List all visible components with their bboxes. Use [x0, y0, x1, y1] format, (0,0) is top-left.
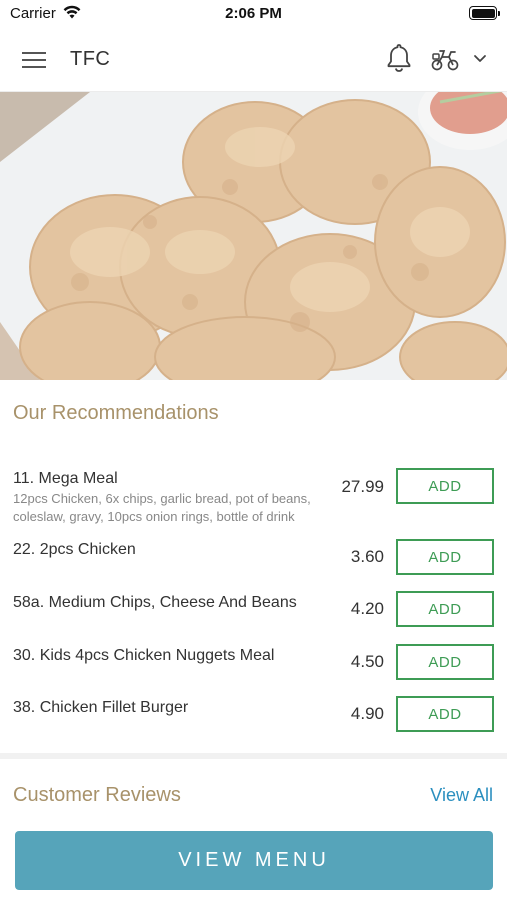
- section-divider: [0, 753, 507, 759]
- item-price: 4.50: [350, 652, 384, 671]
- bell-icon[interactable]: [385, 42, 413, 74]
- recommendations-title: Our Recommendations: [13, 402, 219, 424]
- status-bar: Carrier 2:06 PM: [0, 0, 507, 28]
- add-button[interactable]: ADD: [396, 539, 494, 575]
- app-title: TFC: [70, 48, 111, 70]
- add-button[interactable]: ADD: [396, 468, 494, 504]
- item-price: 27.99: [341, 477, 384, 496]
- item-name: 38. Chicken Fillet Burger: [13, 699, 189, 716]
- menu-icon[interactable]: [22, 50, 48, 70]
- reviews-title: Customer Reviews: [13, 784, 181, 806]
- item-description: 12pcs Chicken, 6x chips, garlic bread, p…: [13, 491, 311, 524]
- item-name: 11. Mega Meal: [13, 470, 118, 487]
- item-name: 58a. Medium Chips, Cheese And Beans: [13, 594, 297, 611]
- battery-icon: [469, 6, 500, 20]
- app-header: TFC: [0, 28, 507, 92]
- item-price: 4.90: [350, 704, 384, 723]
- add-button[interactable]: ADD: [396, 696, 494, 732]
- view-menu-button[interactable]: VIEW MENU: [15, 831, 493, 890]
- item-price: 4.20: [350, 599, 384, 618]
- item-price: 3.60: [350, 547, 384, 566]
- add-button[interactable]: ADD: [396, 644, 494, 680]
- chevron-down-icon[interactable]: [472, 52, 488, 64]
- clock: 2:06 PM: [225, 5, 282, 22]
- item-name: 22. 2pcs Chicken: [13, 541, 136, 558]
- hero-image: [0, 92, 507, 380]
- add-button[interactable]: ADD: [396, 591, 494, 627]
- item-name: 30. Kids 4pcs Chicken Nuggets Meal: [13, 647, 275, 664]
- scooter-icon[interactable]: [430, 46, 460, 72]
- view-all-reviews-link[interactable]: View All: [430, 785, 493, 806]
- fried-chicken-photo: [0, 92, 507, 380]
